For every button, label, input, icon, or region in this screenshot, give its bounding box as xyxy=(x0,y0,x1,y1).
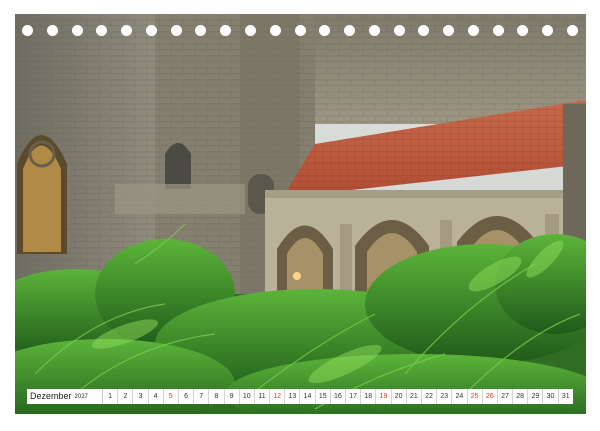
binding-hole xyxy=(492,25,504,36)
binding-hole xyxy=(269,25,281,36)
day-cell: 22 xyxy=(422,389,438,404)
day-cell: 26 xyxy=(483,389,498,404)
day-cell: 10 xyxy=(240,389,255,404)
day-cell: 20 xyxy=(392,389,407,404)
day-cell: 14 xyxy=(300,389,316,404)
binding-hole xyxy=(418,25,430,36)
binding-hole xyxy=(170,25,182,36)
day-cell: 15 xyxy=(316,389,331,404)
day-cell: 12 xyxy=(270,389,286,404)
day-cell: 7 xyxy=(194,389,210,404)
day-cell: 5 xyxy=(164,389,179,404)
calendar-page: Dezember 2027 1 2 3 4 5 6 7 8 9 10 11 12 13 14 15 16 17 18… xyxy=(0,0,600,431)
day-cell: 6 xyxy=(179,389,195,404)
cloister-courtyard-photo: Dezember 2027 1 2 3 4 5 6 7 8 9 10 11 12 13 14 15 16 17 18… xyxy=(15,14,586,414)
day-cell: 24 xyxy=(452,389,468,404)
day-cell: 8 xyxy=(209,389,225,404)
year-label: 2027 xyxy=(74,394,88,400)
day-cell: 2 xyxy=(118,389,134,404)
day-cells: 1 2 3 4 5 6 7 8 9 10 11 12 13 14 15 16 17 18 19 20 21 22 23 24 2… xyxy=(103,389,573,404)
binding-holes xyxy=(22,25,578,39)
binding-hole xyxy=(220,25,232,36)
day-cell: 28 xyxy=(513,389,529,404)
binding-hole xyxy=(443,25,455,36)
day-cell: 17 xyxy=(346,389,362,404)
binding-hole xyxy=(195,25,207,36)
binding-hole xyxy=(368,25,380,36)
day-cell: 4 xyxy=(149,389,164,404)
month-label: Dezember 2027 xyxy=(27,389,103,404)
binding-hole xyxy=(294,25,306,36)
binding-hole xyxy=(121,25,133,36)
binding-hole xyxy=(393,25,405,36)
binding-hole xyxy=(46,25,58,36)
binding-hole xyxy=(244,25,256,36)
day-cell: 29 xyxy=(528,389,544,404)
day-cell: 1 xyxy=(103,389,119,404)
day-cell: 9 xyxy=(225,389,240,404)
calendar-strip: Dezember 2027 1 2 3 4 5 6 7 8 9 10 11 12 13 14 15 16 17 18… xyxy=(27,389,573,404)
day-cell: 19 xyxy=(376,389,392,404)
binding-hole xyxy=(22,25,33,36)
photo-illustration xyxy=(15,14,586,414)
binding-hole xyxy=(145,25,157,36)
binding-hole xyxy=(517,25,529,36)
binding-hole xyxy=(467,25,479,36)
day-cell: 11 xyxy=(255,389,271,404)
day-cell: 16 xyxy=(331,389,346,404)
day-cell: 27 xyxy=(498,389,514,404)
month-name: Dezember xyxy=(30,391,72,401)
day-cell: 21 xyxy=(407,389,422,404)
day-cell: 25 xyxy=(468,389,483,404)
binding-hole xyxy=(567,25,578,36)
day-cell: 18 xyxy=(361,389,377,404)
binding-hole xyxy=(96,25,108,36)
day-cell: 23 xyxy=(437,389,453,404)
binding-hole xyxy=(542,25,554,36)
day-cell: 13 xyxy=(285,389,301,404)
binding-hole xyxy=(344,25,356,36)
day-cell: 31 xyxy=(561,393,570,400)
day-cell: 30 xyxy=(543,389,559,404)
binding-hole xyxy=(71,25,83,36)
binding-hole xyxy=(319,25,331,36)
day-cell: 3 xyxy=(133,389,149,404)
